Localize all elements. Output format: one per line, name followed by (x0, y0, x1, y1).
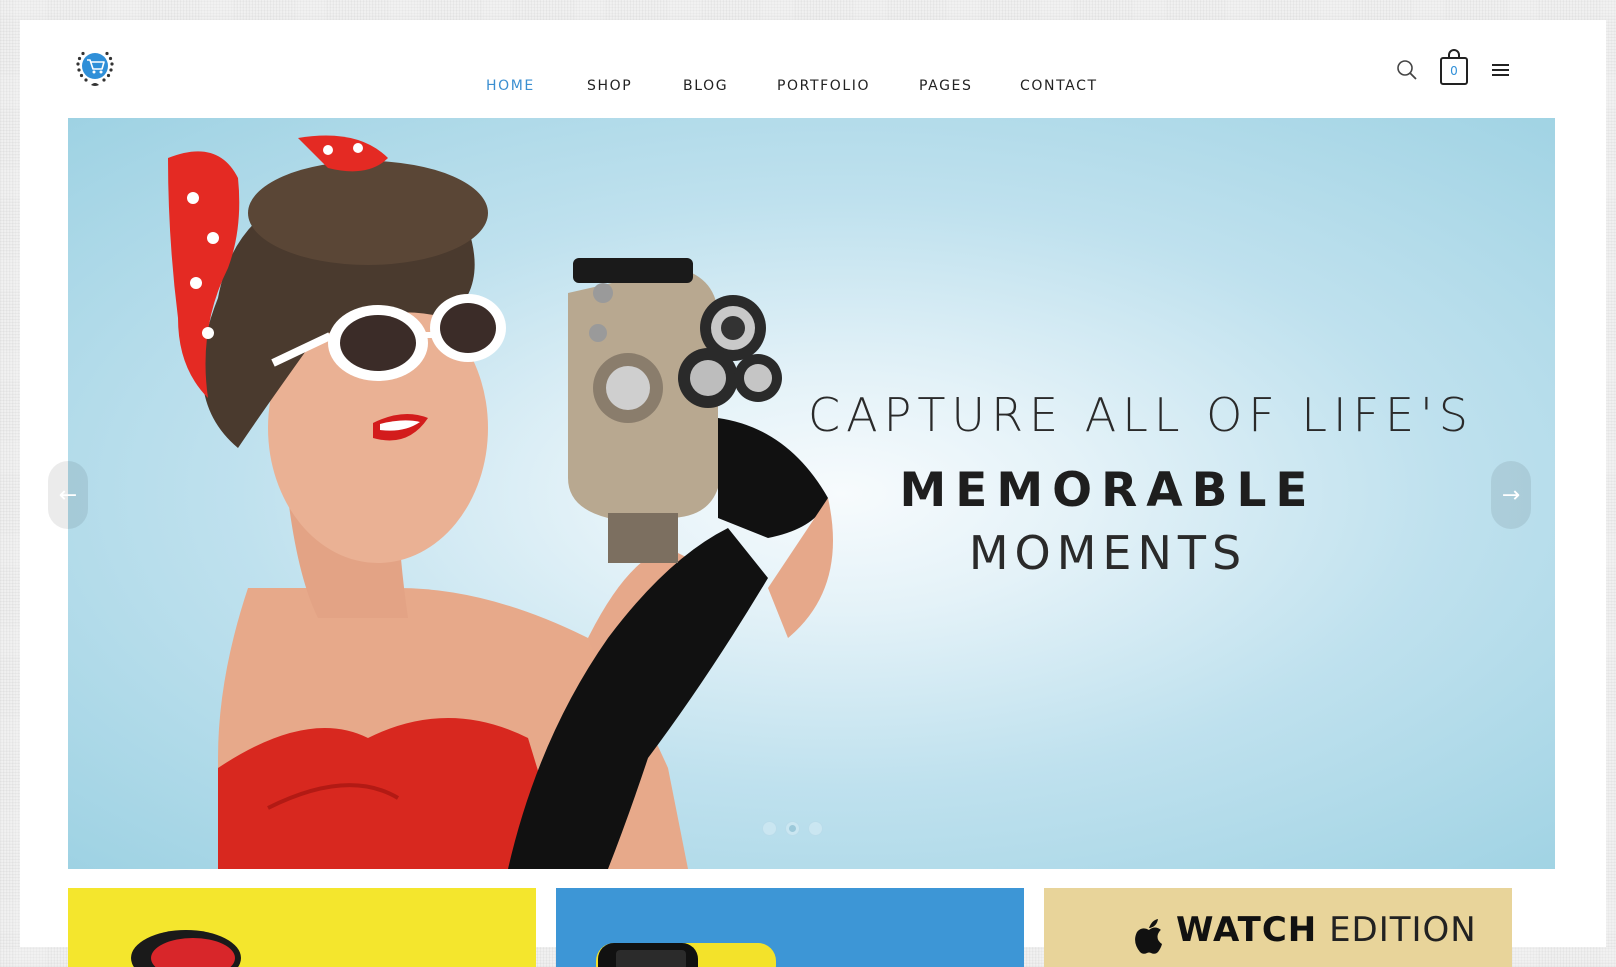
nav-shop[interactable]: SHOP (587, 78, 632, 94)
slider-prev-button[interactable]: ← (48, 461, 88, 529)
menu-button[interactable] (1491, 62, 1511, 78)
arrow-right-icon: → (1501, 482, 1521, 508)
slider-dot-2[interactable] (785, 821, 800, 836)
nav-blog[interactable]: BLOG (683, 78, 728, 94)
cart-button[interactable]: 0 (1439, 48, 1469, 86)
arrow-left-icon: ← (58, 482, 78, 508)
phone-product-image (596, 943, 776, 967)
apple-logo-icon (1135, 919, 1162, 954)
watch-title-bold: WATCH (1176, 910, 1318, 950)
hero-heading-line1: CAPTURE ALL OF LIFE'S (808, 388, 1474, 442)
hero-slider: CAPTURE ALL OF LIFE'S MEMORABLE MOMENTS (68, 118, 1555, 869)
hero-heading-line2: MEMORABLE (899, 463, 1317, 518)
watch-title-thin: EDITION (1329, 910, 1477, 950)
cart-count: 0 (1450, 64, 1458, 78)
nav-pages[interactable]: PAGES (919, 78, 972, 94)
promo-tile-watch[interactable]: WATCH EDITION (1044, 888, 1512, 967)
hamburger-icon (1492, 64, 1509, 76)
slider-dot-3[interactable] (808, 821, 823, 836)
search-icon (1397, 60, 1417, 80)
main-nav: HOME SHOP BLOG PORTFOLIO PAGES CONTACT (20, 78, 1606, 102)
slider-next-button[interactable]: → (1491, 461, 1531, 529)
nav-contact[interactable]: CONTACT (1020, 78, 1098, 94)
headphones-product-image (131, 930, 241, 967)
nav-portfolio[interactable]: PORTFOLIO (777, 78, 870, 94)
promo-tile-phone[interactable] (556, 888, 1024, 967)
page: HOME SHOP BLOG PORTFOLIO PAGES CONTACT 0 (20, 20, 1606, 967)
search-button[interactable] (1395, 58, 1419, 82)
watch-edition-title: WATCH EDITION (1176, 910, 1477, 950)
hero-heading-line3: MOMENTS (968, 526, 1248, 580)
nav-home[interactable]: HOME (486, 78, 535, 94)
slider-dot-1[interactable] (762, 821, 777, 836)
promo-tile-headphones[interactable] (68, 888, 536, 967)
